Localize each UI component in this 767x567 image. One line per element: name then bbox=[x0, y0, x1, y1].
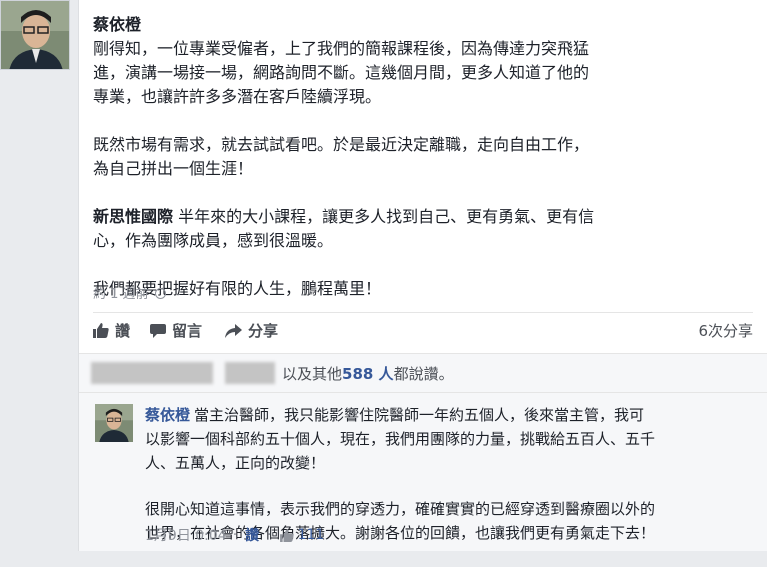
post-card: 蔡依橙 剛得知，一位專業受僱者，上了我們的簡報課程後，因為傳達力突飛猛 進，演講… bbox=[78, 0, 767, 551]
comment-line: 當主治醫師，我只能影響住院醫師一年約五個人，後來當主管，我可 bbox=[194, 406, 645, 424]
post-actions: 讚 留言 分享 6次分享 bbox=[93, 320, 753, 346]
page-mention[interactable]: 新思惟國際 bbox=[93, 207, 173, 226]
comment-like-button[interactable]: 讚 bbox=[245, 525, 259, 545]
comment-line: 人、五萬人，正向的改變！ bbox=[145, 454, 326, 472]
author-avatar[interactable] bbox=[0, 0, 70, 70]
share-count[interactable]: 6次分享 bbox=[698, 320, 753, 341]
blurred-name bbox=[91, 362, 213, 384]
post-meta: 約 1 週前 bbox=[93, 283, 166, 302]
post-paragraph: 新思惟國際 半年來的大小課程，讓更多人找到自己、更有勇氣、更有信 心，作為團隊成… bbox=[93, 205, 758, 253]
thumbs-up-icon bbox=[93, 323, 109, 338]
comment-line: 以影響一個科部約五十個人，現在，我們用團隊的力量，挑戰給五百人、五千 bbox=[145, 430, 656, 448]
likes-suffix: 都說讚。 bbox=[393, 365, 454, 383]
commenter-name[interactable]: 蔡依橙 bbox=[145, 406, 190, 424]
post-paragraph: 既然市場有需求，就去試試看吧。於是最近決定離職，走向自由工作， 為自己拼出一個生… bbox=[93, 133, 758, 181]
post-line: 半年來的大小課程，讓更多人找到自己、更有勇氣、更有信 bbox=[173, 207, 595, 226]
comment-like-count[interactable]: 111 bbox=[298, 527, 325, 543]
post-paragraph: 剛得知，一位專業受僱者，上了我們的簡報課程後，因為傳達力突飛猛 進，演講一場接一… bbox=[93, 37, 758, 109]
post-line: 專業，也讓許許多多潛在客戶陸續浮現。 bbox=[93, 87, 382, 106]
post-line: 為自己拼出一個生涯！ bbox=[93, 159, 254, 178]
dot-separator: · bbox=[267, 527, 272, 543]
like-label: 讚 bbox=[115, 322, 131, 340]
comment-label: 留言 bbox=[172, 322, 203, 340]
comment-date[interactable]: 1月9日 0:04 bbox=[145, 525, 227, 545]
post-line: 剛得知，一位專業受僱者，上了我們的簡報課程後，因為傳達力突飛猛 bbox=[93, 39, 590, 58]
commenter-avatar[interactable] bbox=[95, 404, 133, 442]
comment-line: 很開心知道這事情，表示我們的穿透力，確確實實的已經穿透到醫療圈以外的 bbox=[145, 500, 656, 518]
comment-meta: 1月9日 0:04 · 讚 · 111 bbox=[145, 525, 324, 545]
comment: 蔡依橙 當主治醫師，我只能影響住院醫師一年約五個人，後來當主管，我可 以影響一個科… bbox=[79, 393, 767, 551]
comment-icon bbox=[150, 324, 166, 338]
post-timestamp[interactable]: 約 1 週前 bbox=[93, 287, 149, 302]
post-line: 既然市場有需求，就去試試看吧。於是最近決定離職，走向自由工作， bbox=[93, 135, 590, 154]
post-paragraph: 我們都要把握好有限的人生，鵬程萬里！ bbox=[93, 277, 758, 301]
divider bbox=[93, 312, 753, 313]
post-author[interactable]: 蔡依橙 bbox=[93, 11, 141, 35]
likes-count[interactable]: 588 人 bbox=[342, 365, 394, 383]
comment-button[interactable]: 留言 bbox=[150, 320, 202, 341]
likes-prefix: 以及其他 bbox=[282, 365, 343, 383]
share-button[interactable]: 分享 bbox=[225, 320, 278, 341]
likes-summary: 以及其他588 人都說讚。 bbox=[79, 353, 767, 393]
share-label: 分享 bbox=[248, 322, 279, 340]
globe-icon bbox=[154, 288, 166, 299]
share-arrow-icon bbox=[225, 323, 242, 338]
post-line: 進，演講一場接一場，網路詢問不斷。這幾個月間，更多人知道了他的 bbox=[93, 63, 590, 82]
thumbs-up-icon bbox=[279, 528, 294, 542]
comment-paragraph: 蔡依橙 當主治醫師，我只能影響住院醫師一年約五個人，後來當主管，我可 以影響一個科… bbox=[145, 403, 759, 475]
blurred-name bbox=[225, 362, 275, 384]
like-button[interactable]: 讚 bbox=[93, 320, 130, 341]
dot-separator: · bbox=[232, 527, 238, 543]
feed-container: 蔡依橙 剛得知，一位專業受僱者，上了我們的簡報課程後，因為傳達力突飛猛 進，演講… bbox=[0, 0, 767, 551]
post-line: 心，作為團隊成員，感到很溫暖。 bbox=[93, 231, 334, 250]
likes-text: 以及其他588 人都說讚。 bbox=[282, 363, 454, 384]
post-body: 剛得知，一位專業受僱者，上了我們的簡報課程後，因為傳達力突飛猛 進，演講一場接一… bbox=[93, 37, 758, 325]
